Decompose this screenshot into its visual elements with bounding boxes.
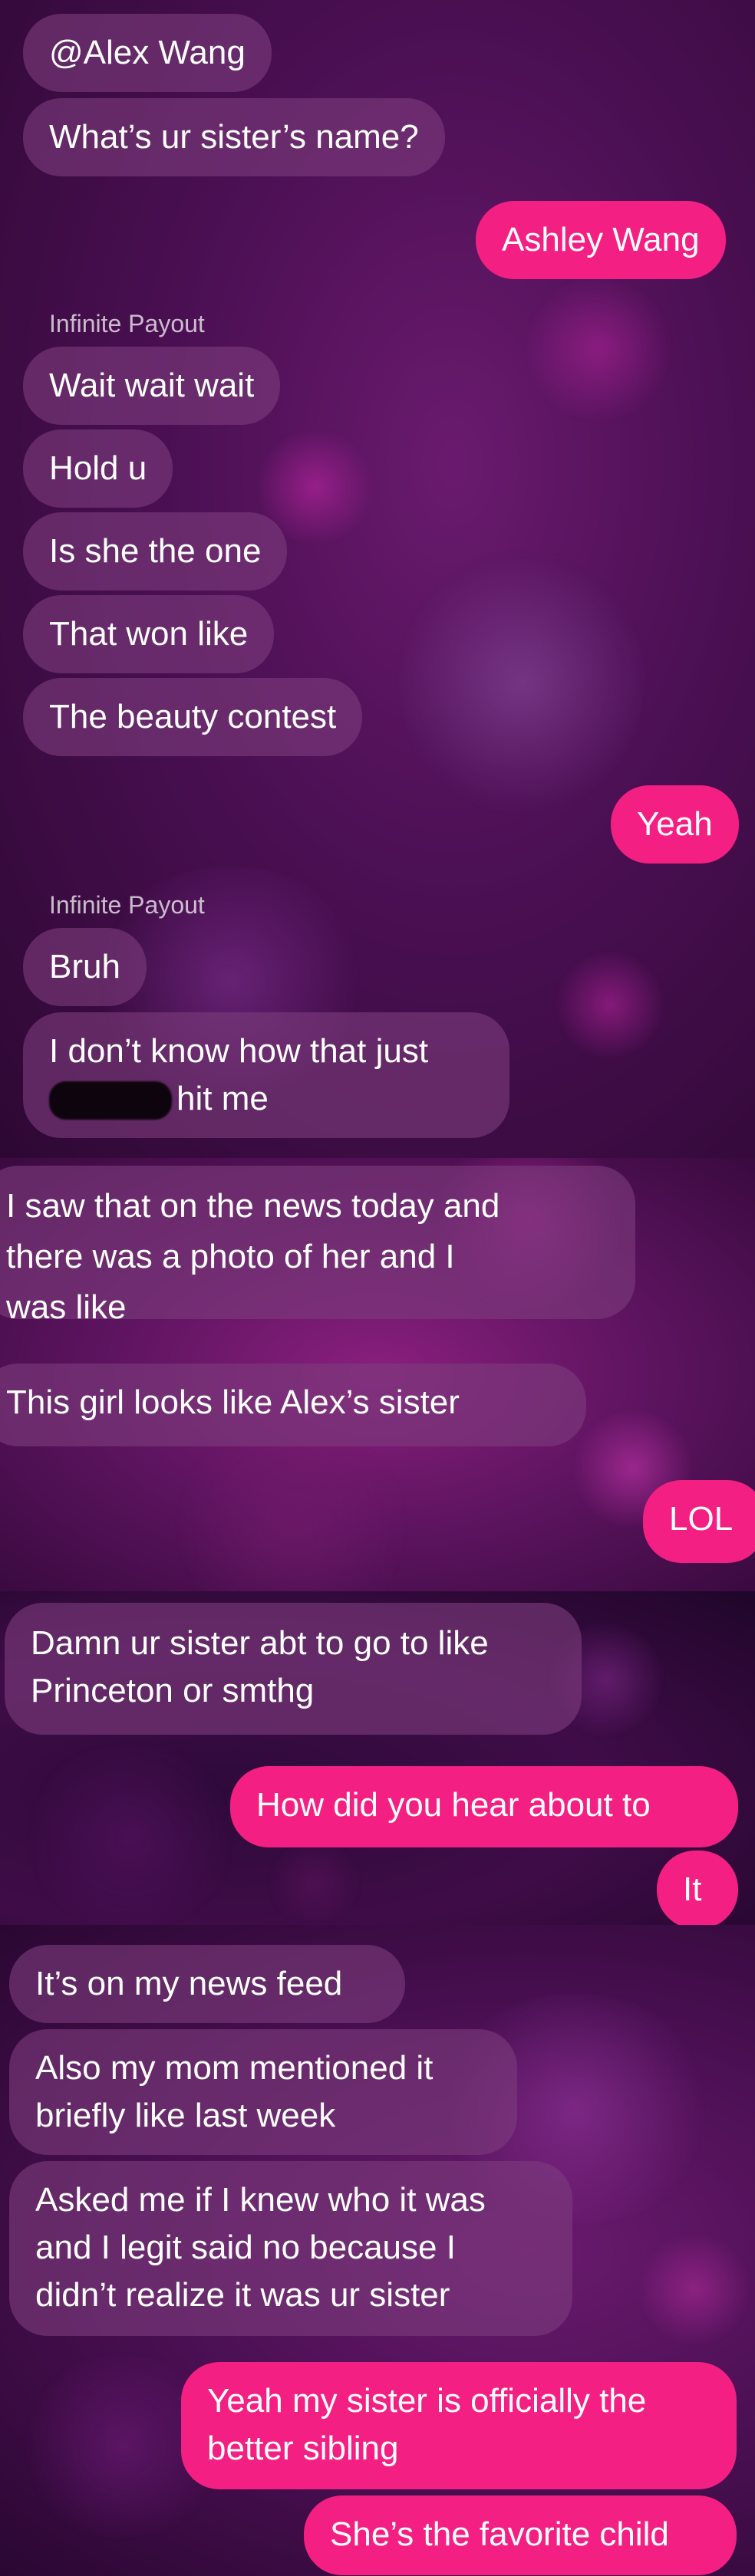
message-bubble: What’s ur sister’s name? bbox=[23, 98, 445, 176]
background-heart bbox=[522, 276, 675, 422]
message-bubble: Yeah bbox=[611, 785, 739, 864]
redacted-word bbox=[49, 1081, 172, 1120]
message-bubble: Also my mom mentioned it briefly like la… bbox=[9, 2029, 517, 2155]
message-line: better sibling bbox=[207, 2430, 399, 2467]
screenshot-panel-3: Damn ur sister abt to go to like Princet… bbox=[0, 1591, 755, 1925]
sender-name: Infinite Payout bbox=[49, 891, 205, 919]
message-line: was like bbox=[6, 1288, 127, 1326]
sender-name: Infinite Payout bbox=[49, 310, 205, 337]
message-bubble: LOL bbox=[643, 1480, 755, 1563]
screenshot-panel-1: @Alex Wang What’s ur sister’s name? Ashl… bbox=[0, 0, 755, 1158]
message-bubble: It bbox=[657, 1851, 738, 1925]
message-bubble: Yeah my sister is officially the better … bbox=[181, 2362, 737, 2489]
message-bubble: I saw that on the news today and there w… bbox=[0, 1166, 635, 1326]
background-heart bbox=[399, 552, 645, 813]
screenshot-panel-2: I saw that on the news today and there w… bbox=[0, 1158, 755, 1591]
background-heart bbox=[637, 2232, 752, 2347]
background-heart bbox=[15, 1745, 246, 1925]
message-bubble: That won like bbox=[23, 595, 275, 673]
message-bubble: Hold u bbox=[23, 429, 173, 508]
message-line-text: hit me bbox=[176, 1080, 269, 1117]
message-bubble: I don’t know how that just hit me bbox=[23, 1012, 509, 1138]
screenshot-panel-4: It’s on my news feed Also my mom mention… bbox=[0, 1925, 755, 2576]
background-heart bbox=[261, 1844, 368, 1921]
message-bubble: How did you hear about to bbox=[230, 1766, 738, 1847]
message-bubble: Wait wait wait bbox=[23, 347, 281, 425]
background-heart bbox=[552, 951, 668, 1058]
message-line: Asked me if I knew who it was bbox=[35, 2181, 486, 2219]
message-bubble: Bruh bbox=[23, 928, 147, 1006]
message-bubble: Asked me if I knew who it was and I legi… bbox=[9, 2161, 572, 2336]
message-line: Yeah my sister is officially the bbox=[207, 2382, 647, 2420]
message-bubble: The beauty contest bbox=[23, 678, 363, 756]
message-line: Also my mom mentioned it bbox=[35, 2049, 434, 2087]
message-bubble: This girl looks like Alex’s sister bbox=[0, 1364, 586, 1446]
message-line: I saw that on the news today and bbox=[6, 1187, 500, 1225]
message-line: hit me bbox=[49, 1075, 483, 1123]
message-line: I don’t know how that just bbox=[49, 1032, 429, 1070]
message-bubble: Damn ur sister abt to go to like Princet… bbox=[5, 1603, 582, 1735]
message-bubble: Is she the one bbox=[23, 512, 288, 591]
message-line: there was a photo of her and I bbox=[6, 1238, 455, 1275]
message-line: and I legit said no because I bbox=[35, 2229, 456, 2266]
message-line: briefly like last week bbox=[35, 2097, 336, 2134]
message-bubble: Ashley Wang bbox=[476, 201, 726, 279]
message-line: Damn ur sister abt to go to like bbox=[31, 1624, 489, 1662]
background-heart bbox=[153, 1434, 430, 1591]
message-bubble: She’s the favorite child bbox=[304, 2495, 737, 2575]
message-bubble: @Alex Wang bbox=[23, 14, 272, 92]
message-bubble: It’s on my news feed bbox=[9, 1945, 405, 2023]
message-line: Princeton or smthg bbox=[31, 1672, 315, 1709]
message-line: didn’t realize it was ur sister bbox=[35, 2276, 450, 2314]
